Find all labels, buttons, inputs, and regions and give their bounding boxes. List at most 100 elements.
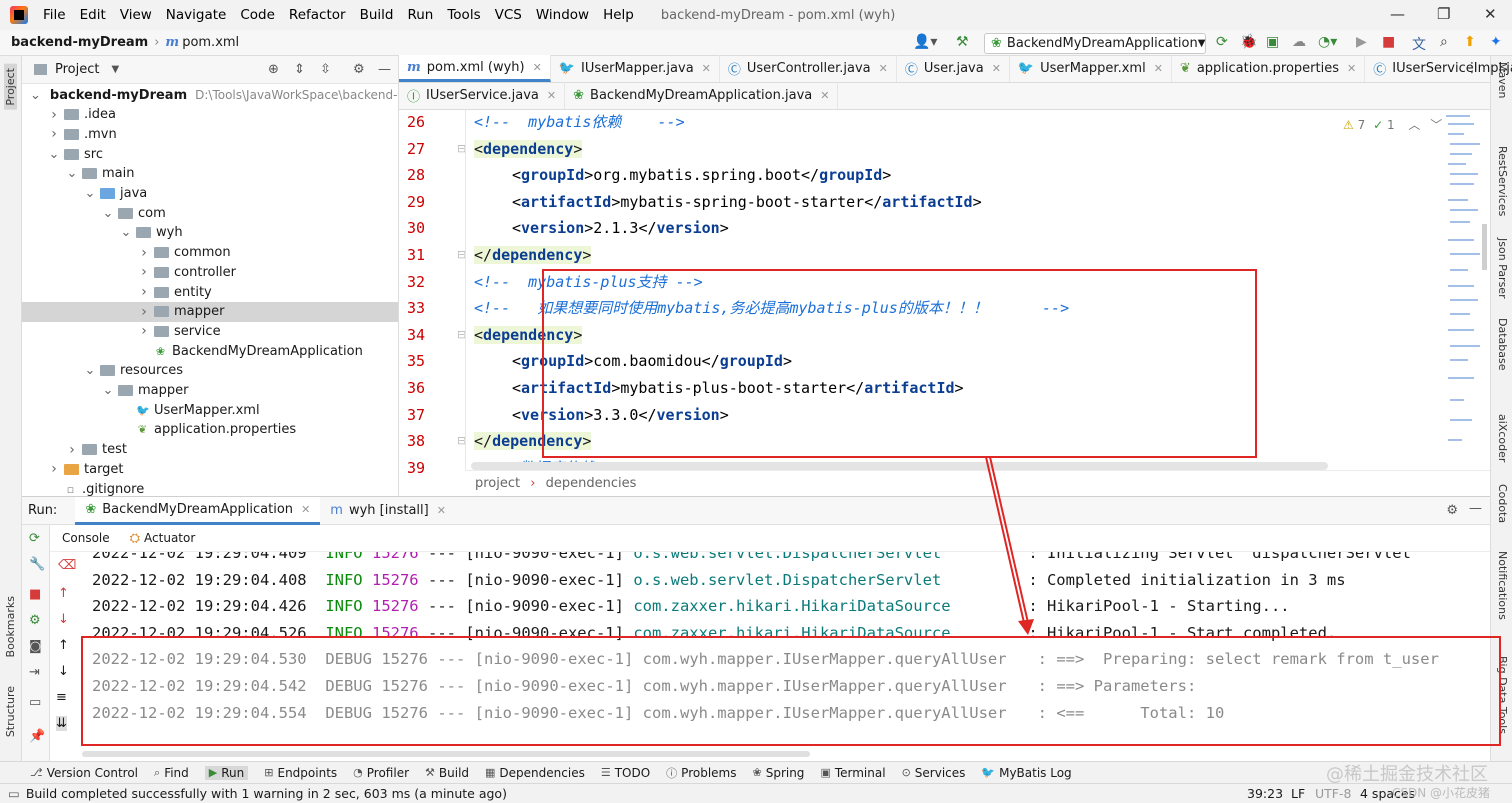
menu-view[interactable]: View <box>113 7 159 23</box>
debug-icon[interactable]: 🐞 <box>1240 34 1257 50</box>
run-with-icon[interactable]: ◔▾ <box>1318 34 1337 50</box>
expand-all-icon[interactable]: ⇕ <box>294 62 305 77</box>
menu-refactor[interactable]: Refactor <box>282 7 353 23</box>
tab-iuserservice-java[interactable]: Ⓘ IUserService.java ✕ <box>399 82 566 109</box>
tree-item-src[interactable]: ⌄ src <box>22 144 398 164</box>
chevron-down-icon[interactable]: ⌄ <box>66 166 78 181</box>
tree-item--idea[interactable]: › .idea <box>22 105 398 125</box>
tree-item-com[interactable]: ⌄ com <box>22 203 398 223</box>
tree-item-java[interactable]: ⌄ java <box>22 184 398 204</box>
inspection-widget[interactable]: ⚠ 7 ✓ 1 ︿ ﹀ <box>1343 116 1442 133</box>
bottom-tool-spring[interactable]: ❀ Spring <box>752 766 804 780</box>
project-panel-title[interactable]: Project <box>55 62 99 77</box>
tree-item--gitignore[interactable]: ▫ .gitignore <box>22 479 398 497</box>
bottom-tool-profiler[interactable]: ◔ Profiler <box>353 766 409 780</box>
tree-item-target[interactable]: › target <box>22 459 398 479</box>
close-icon[interactable]: ✕ <box>992 62 1001 75</box>
bottom-tool-run[interactable]: ▶ Run <box>204 765 249 780</box>
hide-icon[interactable]: — <box>378 62 391 77</box>
tree-item-backend-mydream[interactable]: ⌄ backend-myDream D:\Tools\JavaWorkSpace\b… <box>22 85 398 105</box>
tab-usercontroller-java[interactable]: Ⓒ UserController.java ✕ <box>720 55 897 82</box>
horizontal-scrollbar[interactable] <box>471 462 1328 470</box>
chevron-right-icon[interactable]: › <box>48 461 60 477</box>
tab-user-java[interactable]: Ⓒ User.java ✕ <box>897 55 1010 82</box>
chevron-down-icon[interactable]: ⌄ <box>84 186 96 201</box>
database-tool-tab[interactable]: Database <box>1496 318 1509 371</box>
tree-item-usermapper-xml[interactable]: 🐦 UserMapper.xml <box>22 400 398 420</box>
notifications-tool-tab[interactable]: Notifications <box>1496 551 1509 620</box>
bottom-tool-endpoints[interactable]: ⊞ Endpoints <box>264 766 337 780</box>
line-separator[interactable]: LF <box>1291 786 1305 801</box>
rerun-icon[interactable]: ⟳ <box>29 531 40 546</box>
coverage-icon[interactable]: ▣ <box>1266 34 1279 50</box>
structure-tool-tab[interactable]: Structure <box>4 686 17 737</box>
tree-item-test[interactable]: › test <box>22 440 398 460</box>
run-tab-app[interactable]: ❀ BackendMyDreamApplication ✕ <box>75 496 321 525</box>
aixcoder-tool-tab[interactable]: aiXcoder <box>1496 414 1509 462</box>
console-hscrollbar[interactable] <box>82 751 810 757</box>
tab-backendmydreamapplication-java[interactable]: ❀ BackendMyDreamApplication.java ✕ <box>565 82 839 109</box>
bottom-tool-build[interactable]: ⚒ Build <box>425 766 469 780</box>
tab-pom-xml-wyh-[interactable]: m pom.xml (wyh) ✕ <box>399 55 551 82</box>
chevron-down-icon[interactable]: ⌄ <box>102 383 114 398</box>
status-layout-icon[interactable]: ▭ <box>8 786 20 801</box>
json-parser-tool-tab[interactable]: Json Parser <box>1496 238 1509 299</box>
run-tab-install[interactable]: m wyh [install] ✕ <box>320 497 456 525</box>
close-icon[interactable]: ✕ <box>702 62 711 75</box>
play-icon[interactable]: ▶ <box>1356 34 1367 50</box>
prev-highlight-icon[interactable]: ︿ <box>1408 118 1420 132</box>
collapse-all-icon[interactable]: ⇳ <box>320 62 331 77</box>
tab-iuserserviceimpl-java[interactable]: ⒸIUserServiceImpl.java✕ <box>1365 55 1512 82</box>
close-icon[interactable]: ✕ <box>533 61 542 74</box>
menu-build[interactable]: Build <box>353 7 401 23</box>
menu-window[interactable]: Window <box>529 7 596 23</box>
build-hammer-icon[interactable]: ⚒ <box>956 34 969 50</box>
menu-run[interactable]: Run <box>400 7 440 23</box>
chevron-down-icon[interactable]: ⌄ <box>120 225 132 240</box>
bottom-tool-terminal[interactable]: ▣ Terminal <box>820 766 885 780</box>
menu-file[interactable]: File <box>36 7 73 23</box>
update-icon[interactable]: ⬆ <box>1464 34 1476 50</box>
plugin-icon[interactable]: ✦ <box>1490 34 1502 50</box>
breadcrumb-project[interactable]: backend-myDream <box>11 35 148 50</box>
chevron-down-icon[interactable]: ⌄ <box>30 88 41 103</box>
bookmarks-tool-tab[interactable]: Bookmarks <box>4 596 17 657</box>
tab-usermapper-xml[interactable]: 🐦 UserMapper.xml ✕ <box>1010 55 1172 82</box>
tab-iusermapper-java[interactable]: 🐦 IUserMapper.java ✕ <box>551 55 720 82</box>
breadcrumb-item-dependencies[interactable]: dependencies <box>546 476 637 491</box>
run-configuration-select[interactable]: ❀ BackendMyDreamApplication ▼ <box>984 33 1206 54</box>
menu-tools[interactable]: Tools <box>440 7 487 23</box>
tree-item-mapper[interactable]: › mapper <box>22 301 398 322</box>
hide-icon[interactable]: — <box>1469 501 1482 516</box>
restservices-tool-tab[interactable]: RestServices <box>1496 146 1509 216</box>
close-icon[interactable]: ✕ <box>437 504 446 517</box>
chevron-down-icon[interactable]: ⌄ <box>102 206 114 221</box>
wrench-icon[interactable]: 🔧 <box>29 557 45 572</box>
menu-vcs[interactable]: VCS <box>488 7 529 23</box>
profile-icon[interactable]: ☁ <box>1292 34 1306 50</box>
menu-edit[interactable]: Edit <box>73 7 113 23</box>
close-icon[interactable]: ✕ <box>301 503 310 516</box>
menu-navigate[interactable]: Navigate <box>159 7 234 23</box>
next-highlight-icon[interactable]: ﹀ <box>1430 118 1442 132</box>
chevron-right-icon[interactable]: › <box>48 107 60 123</box>
tree-item-wyh[interactable]: ⌄ wyh <box>22 223 398 243</box>
chevron-right-icon[interactable]: › <box>138 245 150 261</box>
tab-application-properties[interactable]: ❦ application.properties ✕ <box>1172 55 1366 82</box>
stop-icon[interactable]: ■ <box>29 587 41 602</box>
close-icon[interactable]: ✕ <box>1154 62 1163 75</box>
stop-icon[interactable]: ■ <box>1382 34 1395 50</box>
tree-item-controller[interactable]: › controller <box>22 262 398 282</box>
chevron-down-icon[interactable]: ⌄ <box>48 147 60 162</box>
menu-help[interactable]: Help <box>596 7 641 23</box>
chevron-down-icon[interactable]: ▼ <box>111 64 119 75</box>
tree-item-service[interactable]: › service <box>22 321 398 341</box>
chevron-right-icon[interactable]: › <box>138 284 150 300</box>
camera-icon[interactable]: ◙ <box>29 639 42 654</box>
caret-position[interactable]: 39:23 <box>1247 786 1283 801</box>
gear-icon[interactable]: ⚙ <box>1446 503 1458 518</box>
codota-tool-tab[interactable]: Codota <box>1496 484 1509 523</box>
bottom-tool-todo[interactable]: ☰ TODO <box>601 766 650 780</box>
close-icon[interactable]: ✕ <box>1484 5 1497 23</box>
pin-icon[interactable]: 📌 <box>29 729 45 744</box>
